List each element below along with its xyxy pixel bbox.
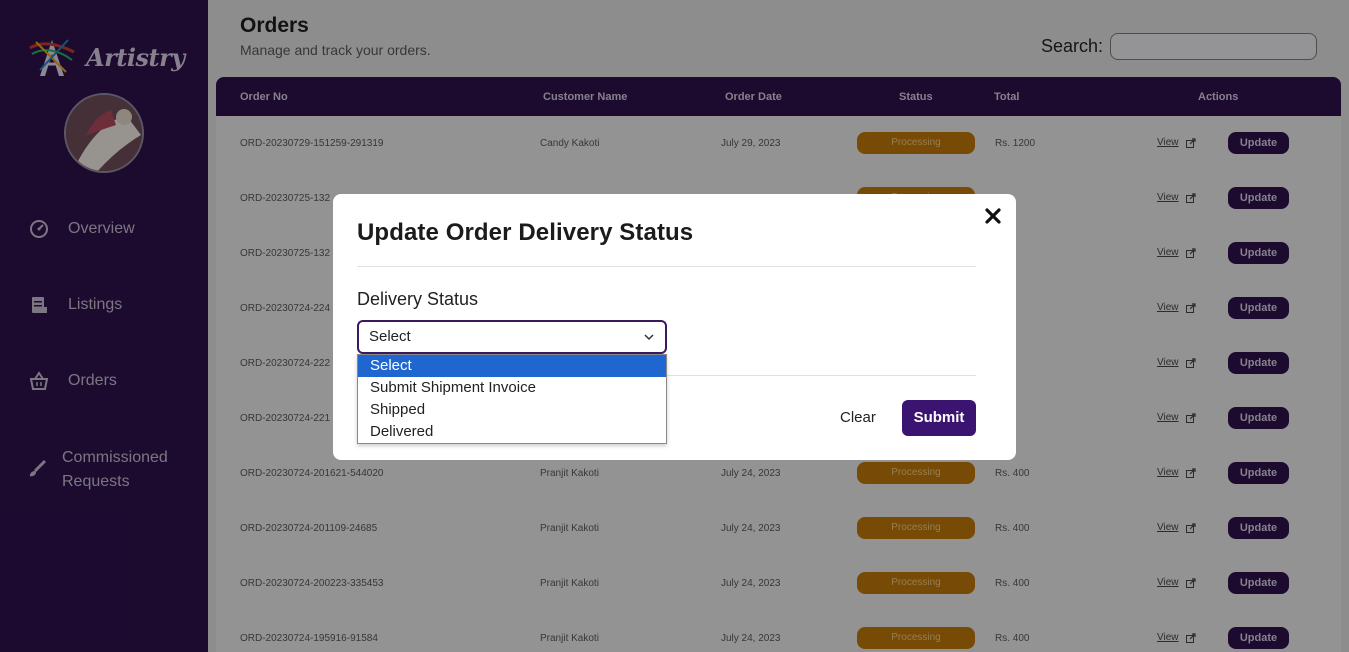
modal-title: Update Order Delivery Status	[357, 219, 694, 246]
delivery-status-select[interactable]: Select	[357, 320, 667, 354]
select-value: Select	[369, 328, 411, 345]
close-icon[interactable]	[983, 206, 1003, 226]
clear-button[interactable]: Clear	[840, 409, 876, 426]
submit-button[interactable]: Submit	[902, 400, 976, 436]
dropdown-option-shipped[interactable]: Shipped	[358, 399, 666, 421]
dropdown-option-submit-shipment-invoice[interactable]: Submit Shipment Invoice	[358, 377, 666, 399]
delivery-status-label: Delivery Status	[357, 289, 479, 309]
delivery-status-dropdown: Select Submit Shipment Invoice Shipped D…	[357, 354, 667, 444]
dropdown-option-select[interactable]: Select	[358, 355, 666, 377]
chevron-down-icon	[644, 334, 654, 341]
divider	[357, 266, 976, 267]
dropdown-option-delivered[interactable]: Delivered	[358, 421, 666, 443]
